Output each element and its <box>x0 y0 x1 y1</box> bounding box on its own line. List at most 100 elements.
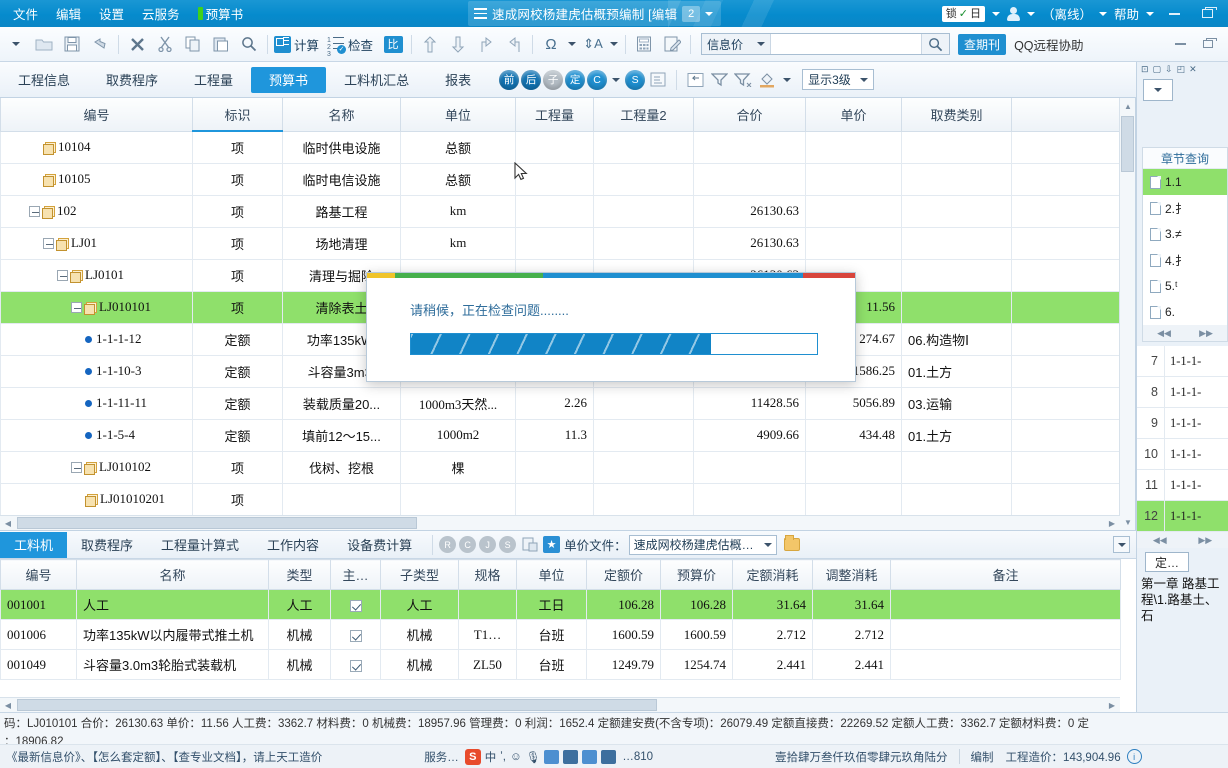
cut-icon[interactable] <box>151 30 179 58</box>
cell-code[interactable]: 001001 <box>0 589 77 620</box>
table-row[interactable]: 1-1-11-11 定额 装载质量20... 1000m3天然... 2.26 11428… <box>0 386 1121 420</box>
cell-fee-type[interactable]: 03.运输 <box>901 386 1012 420</box>
norm-list-pager[interactable]: ◀◀ ▶▶ <box>1137 532 1228 548</box>
grid-vscroll-thumb[interactable] <box>1121 116 1134 172</box>
cell-total[interactable]: 4909.66 <box>693 418 806 452</box>
cell-remark[interactable] <box>890 589 1121 620</box>
cell-quantity[interactable]: 11.3 <box>515 418 594 452</box>
journal-badge[interactable]: 查期刊 <box>958 33 1007 55</box>
chapter-list-item[interactable]: 4.扌 <box>1143 247 1227 273</box>
table-row[interactable]: 10105 项临时电信设施 总额 <box>0 162 1121 196</box>
column-header-blank[interactable] <box>1011 98 1121 132</box>
ime-mode-label[interactable]: 中 <box>485 749 497 765</box>
table-row[interactable]: LJ010102 项伐树、挖根棵 <box>0 450 1121 484</box>
copy-icon[interactable] <box>179 30 207 58</box>
cell-fee-type[interactable] <box>901 194 1012 228</box>
cell-name[interactable]: 临时电信设施 <box>282 162 401 196</box>
ime-toolbar[interactable]: S 中 ʼ, ☺ 🎙 <box>464 748 617 765</box>
cell-quantity2[interactable] <box>593 130 694 164</box>
ime-toolbox-icon[interactable] <box>563 749 579 764</box>
tab-project-info[interactable]: 工程信息 <box>0 67 88 93</box>
menu-item-cloud-service[interactable]: 云服务 <box>133 0 189 27</box>
cell-fee-type[interactable]: 06.构造物Ⅰ <box>901 322 1012 356</box>
collapse-toggle-icon[interactable] <box>71 302 82 314</box>
cell-unit[interactable]: km <box>400 226 516 260</box>
insert-child-icon[interactable]: 子 <box>543 69 564 90</box>
cell-fee-type[interactable] <box>901 450 1012 484</box>
cell-total[interactable] <box>693 482 806 516</box>
chapter-list-item[interactable]: 3.≠ <box>1143 221 1227 247</box>
cell-unit[interactable]: 总额 <box>400 162 516 196</box>
column-header-fee-type[interactable]: 取费类别 <box>901 98 1012 132</box>
norm-prev-icon[interactable]: ◀◀ <box>1153 535 1167 546</box>
column-s-icon[interactable]: S <box>625 69 646 90</box>
paste-icon[interactable] <box>207 30 235 58</box>
fill-color-icon[interactable] <box>756 69 778 91</box>
cell-code[interactable]: 1-1-11-11 <box>0 386 193 420</box>
clear-filter-icon[interactable] <box>732 69 754 91</box>
minimize-button[interactable] <box>1161 3 1187 25</box>
cell-blank[interactable] <box>1011 450 1121 484</box>
cell-spec[interactable]: T1… <box>458 619 517 650</box>
open-price-file-icon[interactable] <box>783 535 800 551</box>
cell-type[interactable]: 机械 <box>268 619 331 650</box>
cell-spec[interactable] <box>458 589 517 620</box>
cell-quantity2[interactable] <box>593 162 694 196</box>
ime-more-icon[interactable] <box>601 749 617 764</box>
check-button[interactable]: 1 2 3 ✓ 检查 <box>325 30 379 58</box>
cell-quantity2[interactable] <box>593 418 694 452</box>
cell-blank[interactable] <box>1011 386 1121 420</box>
cell-unit[interactable]: 总额 <box>400 130 516 164</box>
detail-panel-expand-icon[interactable] <box>1113 536 1130 553</box>
close-panel-icon[interactable]: ✕ <box>1189 64 1197 75</box>
material-column-budget-price[interactable]: 预算价 <box>660 559 733 590</box>
cell-name[interactable]: 临时供电设施 <box>282 130 401 164</box>
user-icon[interactable] <box>1006 6 1020 21</box>
cell-unit[interactable] <box>400 482 516 516</box>
sogou-icon[interactable]: S <box>464 748 481 765</box>
cell-norm-price[interactable]: 1249.79 <box>586 649 661 680</box>
column-header-code[interactable]: 编号 <box>0 98 193 132</box>
list-item[interactable]: 8 1-1-1- <box>1137 377 1228 408</box>
detail-tab-work-content[interactable]: 工作内容 <box>253 532 333 558</box>
search-icon[interactable] <box>235 30 263 58</box>
cell-blank[interactable] <box>1011 226 1121 260</box>
cell-name[interactable]: 路基工程 <box>282 194 401 228</box>
document-tab[interactable]: 速成网校杨建虎估概预编制 [编辑 2 <box>468 1 722 26</box>
cell-quantity[interactable] <box>515 194 594 228</box>
cell-fee-type[interactable] <box>901 258 1012 292</box>
cell-norm-usage[interactable]: 2.712 <box>732 619 813 650</box>
checkbox-icon[interactable] <box>349 659 362 672</box>
detail-scroll-left-icon[interactable]: ◀ <box>0 698 16 712</box>
insert-norm-icon[interactable]: 定 <box>565 69 586 90</box>
detail-horizontal-scrollbar[interactable]: ◀ ▶ <box>0 697 1120 712</box>
grid-hscroll-thumb[interactable] <box>17 517 417 529</box>
detail-hscroll-thumb[interactable] <box>17 699 657 711</box>
chapter-list-item[interactable]: 2.扌 <box>1143 195 1227 221</box>
cell-quantity[interactable] <box>515 450 594 484</box>
chapter-list-item[interactable]: 6. <box>1143 299 1227 325</box>
calculator-tool-icon[interactable] <box>630 30 658 58</box>
delete-icon[interactable] <box>123 30 151 58</box>
cell-unit[interactable]: 工日 <box>516 589 587 620</box>
compare-button[interactable]: 比 <box>379 30 407 58</box>
chevron-down-icon[interactable] <box>705 11 714 16</box>
cell-total[interactable]: 26130.63 <box>693 194 806 228</box>
cell-name[interactable]: 填前12～15... <box>282 418 401 452</box>
cell-adjusted-usage[interactable]: 2.712 <box>812 619 891 650</box>
cell-code[interactable]: 10105 <box>0 162 193 196</box>
column-header-quantity2[interactable]: 工程量2 <box>593 98 694 132</box>
cell-mark[interactable]: 项 <box>192 130 283 164</box>
font-size-icon[interactable]: ⇕A <box>579 30 607 58</box>
list-item[interactable]: 11 1-1-1- <box>1137 470 1228 501</box>
cell-main-flag[interactable] <box>330 589 381 620</box>
cell-quantity2[interactable] <box>593 226 694 260</box>
scroll-down-icon[interactable]: ▼ <box>1120 514 1135 530</box>
cell-fee-type[interactable] <box>901 162 1012 196</box>
cell-mark[interactable]: 定额 <box>192 418 283 452</box>
chapter-list-item[interactable]: 1.1 <box>1143 169 1227 195</box>
material-column-main[interactable]: 主… <box>330 559 381 590</box>
cell-name[interactable] <box>282 482 401 516</box>
collapse-toggle-icon[interactable] <box>71 462 82 474</box>
cell-code[interactable]: LJ010101 <box>0 290 193 324</box>
